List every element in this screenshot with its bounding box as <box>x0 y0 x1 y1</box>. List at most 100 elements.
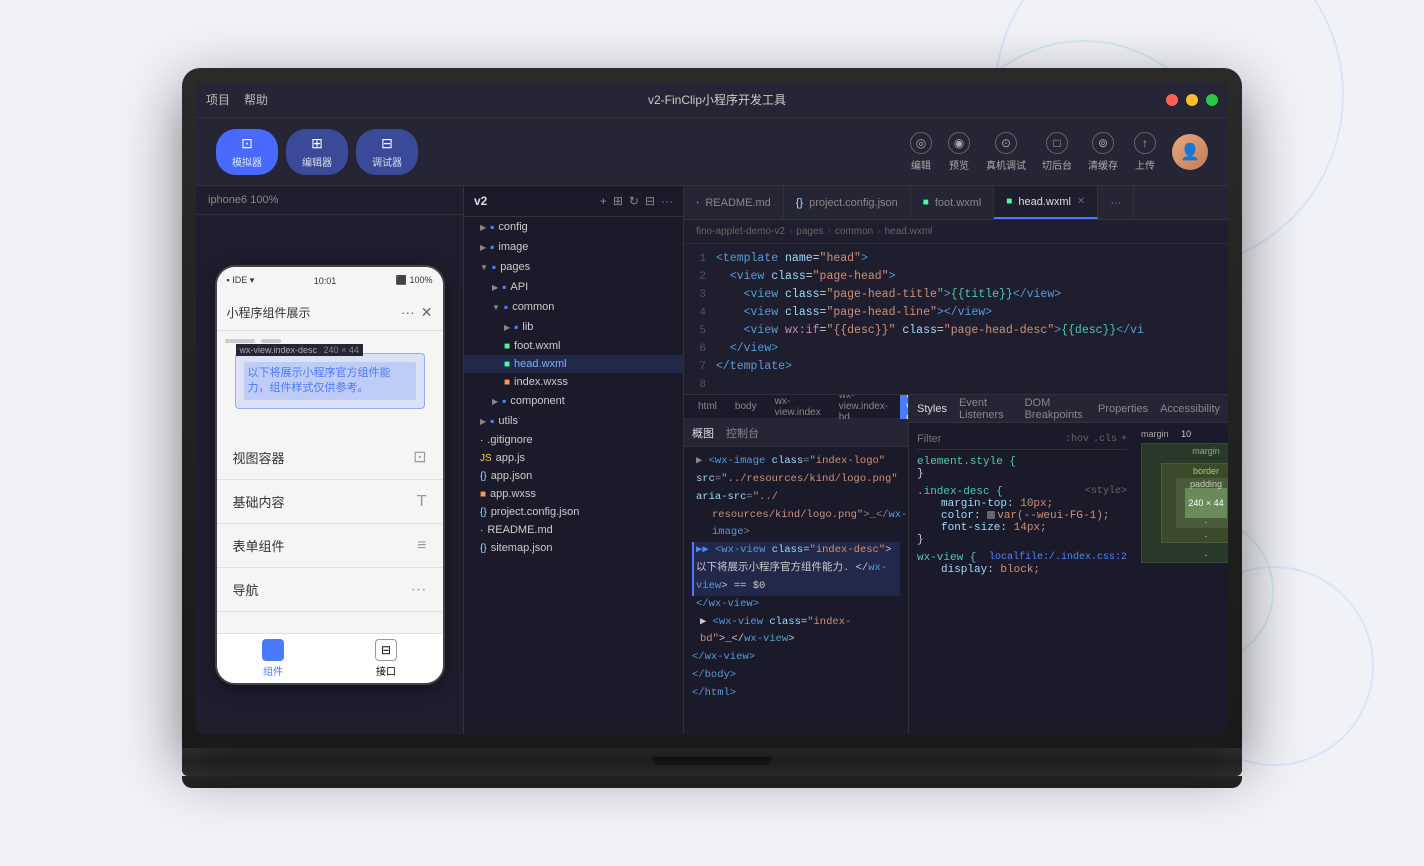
bc-html[interactable]: html <box>692 399 723 414</box>
filter-hov[interactable]: :hov <box>1065 434 1089 445</box>
action-clear-cache[interactable]: ⊚ 清缓存 <box>1088 132 1118 172</box>
selected-element: wx-view.index-desc 240 × 44 以下将展示小程序官方组件… <box>235 353 425 410</box>
action-upload[interactable]: ↑ 上传 <box>1134 132 1156 172</box>
title-bar: 项目 帮助 v2-FinClip小程序开发工具 <box>196 82 1228 118</box>
bc-wx-view-index[interactable]: wx-view.index <box>769 395 827 420</box>
tab-project-config[interactable]: {} project.config.json <box>784 186 911 219</box>
new-folder-icon[interactable]: ⊞ <box>613 194 623 208</box>
preview-panel: iphone6 100% ▪ IDE ▾ 10:01 ⬛ 100% <box>196 186 464 734</box>
debugger-button[interactable]: ⊟ 调试器 <box>356 129 418 175</box>
panel-tab-dom-breakpoints[interactable]: DOM Breakpoints <box>1025 397 1086 421</box>
file-item-readme[interactable]: · README.md <box>464 521 683 539</box>
tab-readme[interactable]: · README.md <box>684 186 784 219</box>
box-border: border - padding - 240 × 44 <box>1161 463 1228 543</box>
phone-title-bar: 小程序组件展示 ··· ✕ <box>217 295 443 331</box>
editor-breadcrumb: fino-applet-demo-v2 › pages › common › h… <box>684 220 1228 244</box>
box-content: 240 × 44 <box>1185 488 1227 518</box>
toolbar-left: ⊡ 模拟器 ⊞ 编辑器 ⊟ 调试器 <box>216 129 418 175</box>
tab-interface[interactable]: ⊟ 接口 <box>375 639 397 678</box>
phone-preview: ▪ IDE ▾ 10:01 ⬛ 100% 小程序组件展示 ··· ✕ <box>196 215 463 734</box>
refresh-icon[interactable]: ↻ <box>629 194 639 208</box>
main-content: iphone6 100% ▪ IDE ▾ 10:01 ⬛ 100% <box>196 186 1228 734</box>
code-line-2: 2 <view class="page-head"> <box>684 270 1228 288</box>
menu-item-help[interactable]: 帮助 <box>244 91 268 108</box>
window-maximize-btn[interactable] <box>1206 94 1218 106</box>
phone-nav-items: 视图容器 ⊡ 基础内容 T 表单组件 ≡ <box>217 427 443 620</box>
file-item-config[interactable]: ▶ ▪ config <box>464 217 683 237</box>
code-line-7: 7 </template> <box>684 360 1228 378</box>
panel-tab-console[interactable]: 控制台 <box>726 425 759 441</box>
code-line-8: 8 <box>684 378 1228 394</box>
editor-button[interactable]: ⊞ 编辑器 <box>286 129 348 175</box>
editor-tabs: · README.md {} project.config.json ■ foo… <box>684 186 1228 220</box>
filter-actions: :hov .cls + <box>1065 434 1127 445</box>
simulator-button[interactable]: ⊡ 模拟器 <box>216 129 278 175</box>
file-item-app-json[interactable]: {} app.json <box>464 467 683 485</box>
code-line-4: 4 <view class="page-head-line"></view> <box>684 306 1228 324</box>
laptop-notch <box>652 757 772 765</box>
html-code: ▶ <wx-image class="index-logo" src="../r… <box>684 447 908 734</box>
panel-tab-event-listeners[interactable]: Event Listeners <box>959 397 1013 421</box>
tab-more[interactable]: ··· <box>1098 186 1134 219</box>
code-editor[interactable]: 1 <template name="head"> 2 <view class="… <box>684 244 1228 394</box>
phone-frame: ▪ IDE ▾ 10:01 ⬛ 100% 小程序组件展示 ··· ✕ <box>215 265 445 685</box>
file-item-image[interactable]: ▶ ▪ image <box>464 237 683 257</box>
more-icon[interactable]: ··· <box>661 194 673 208</box>
user-avatar[interactable]: 👤 <box>1172 134 1208 170</box>
panel-tab-styles[interactable]: Styles <box>917 403 947 415</box>
laptop-container: 项目 帮助 v2-FinClip小程序开发工具 ⊡ 模拟器 <box>182 68 1242 798</box>
new-file-icon[interactable]: + <box>600 194 607 208</box>
filter-bar: :hov .cls + <box>917 429 1127 450</box>
window-minimize-btn[interactable] <box>1186 94 1198 106</box>
menu-item-project[interactable]: 项目 <box>206 91 230 108</box>
style-rule-wx-view: wx-view { localfile:/.index.css:2 displa… <box>917 552 1127 576</box>
file-item-app-js[interactable]: JS app.js <box>464 449 683 467</box>
panel-tab-properties[interactable]: Properties <box>1098 403 1148 415</box>
panel-tab-overview[interactable]: 概图 <box>692 425 714 441</box>
html-panel: html body wx-view.index wx-view.index-hd… <box>684 395 908 734</box>
file-item-project-config[interactable]: {} project.config.json <box>464 503 683 521</box>
tab-foot-wxml[interactable]: ■ foot.wxml <box>911 186 995 219</box>
styles-content: :hov .cls + element.style { } <box>909 423 1228 734</box>
filter-cls[interactable]: .cls <box>1093 434 1117 445</box>
style-rule-element: element.style { } <box>917 456 1127 480</box>
filter-add[interactable]: + <box>1121 434 1127 445</box>
file-item-app-wxss[interactable]: ■ app.wxss <box>464 485 683 503</box>
file-item-api[interactable]: ▶ ▪ API <box>464 277 683 297</box>
filter-input[interactable] <box>917 433 1059 445</box>
window-close-btn[interactable] <box>1166 94 1178 106</box>
file-item-sitemap[interactable]: {} sitemap.json <box>464 539 683 557</box>
box-model: margin 10 margin border - padding <box>1135 423 1228 734</box>
collapse-icon[interactable]: ⊟ <box>645 194 655 208</box>
dom-breadcrumb: html body wx-view.index wx-view.index-hd… <box>684 395 908 419</box>
styles-panel-tabs: Styles Event Listeners DOM Breakpoints P… <box>909 395 1228 423</box>
file-item-component[interactable]: ▶ ▪ component <box>464 391 683 411</box>
file-item-head-wxml[interactable]: ■ head.wxml <box>464 355 683 373</box>
action-preview[interactable]: ◉ 预览 <box>948 132 970 172</box>
file-item-common[interactable]: ▼ ▪ common <box>464 297 683 317</box>
bottom-panels: html body wx-view.index wx-view.index-hd… <box>684 394 1228 734</box>
preview-header: iphone6 100% <box>196 186 463 215</box>
file-item-index-wxss[interactable]: ■ index.wxss <box>464 373 683 391</box>
laptop-foot <box>182 776 1242 788</box>
tab-components[interactable]: ⊞ 组件 <box>262 639 284 678</box>
file-item-utils[interactable]: ▶ ▪ utils <box>464 411 683 431</box>
file-item-foot-wxml[interactable]: ■ foot.wxml <box>464 337 683 355</box>
action-background[interactable]: □ 切后台 <box>1042 132 1072 172</box>
style-rule-index-desc: .index-desc { <style> margin-top: 10px; … <box>917 486 1127 546</box>
file-item-pages[interactable]: ▼ ▪ pages <box>464 257 683 277</box>
tab-close-head-wxml[interactable]: ✕ <box>1077 196 1085 207</box>
action-device-debug[interactable]: ⊙ 真机调试 <box>986 132 1026 172</box>
tab-head-wxml[interactable]: ■ head.wxml ✕ <box>994 186 1098 219</box>
file-item-lib[interactable]: ▶ ▪ lib <box>464 317 683 337</box>
nav-item-basic: 基础内容 T <box>217 480 443 524</box>
file-item-gitignore[interactable]: · .gitignore <box>464 431 683 449</box>
toolbar: ⊡ 模拟器 ⊞ 编辑器 ⊟ 调试器 ◎ 编辑 <box>196 118 1228 186</box>
title-bar-left: 项目 帮助 <box>206 91 268 108</box>
nav-item-form: 表单组件 ≡ <box>217 524 443 568</box>
bc-body[interactable]: body <box>729 399 763 414</box>
action-edit[interactable]: ◎ 编辑 <box>910 132 932 172</box>
panel-tab-accessibility[interactable]: Accessibility <box>1160 403 1220 415</box>
html-panel-tabs: 概图 控制台 <box>684 419 908 447</box>
styles-panel: Styles Event Listeners DOM Breakpoints P… <box>908 395 1228 734</box>
